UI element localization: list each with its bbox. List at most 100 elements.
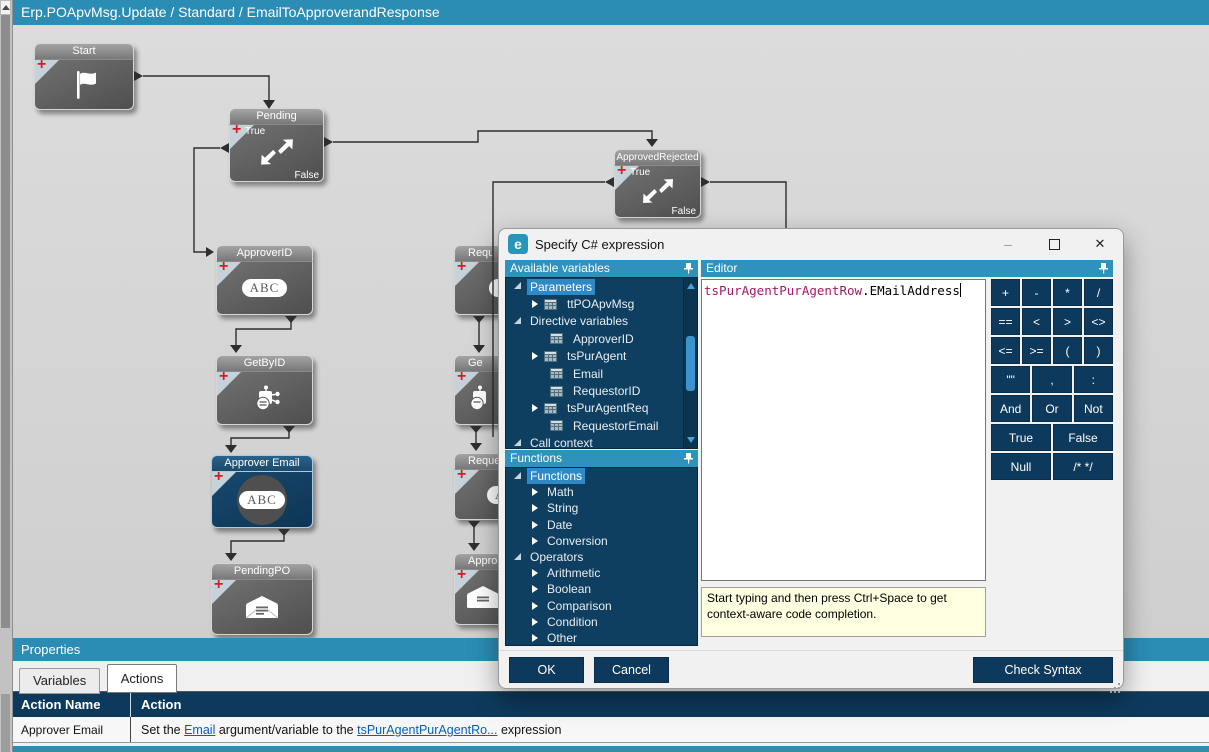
resize-grip[interactable] [1118, 683, 1120, 685]
table-row[interactable]: Approver Email Set the Email argument/va… [13, 717, 1209, 743]
collapsed-icon[interactable] [532, 634, 538, 642]
node-approverid[interactable]: ApproverID ABC + [216, 245, 313, 315]
expanded-icon[interactable] [514, 282, 521, 289]
cancel-button[interactable]: Cancel [594, 657, 669, 683]
expression-link[interactable]: tsPurAgentPurAgentRo... [357, 723, 497, 737]
op-false-button[interactable]: False [1053, 424, 1113, 451]
op-notequal-button[interactable]: <> [1084, 308, 1113, 335]
add-condition-icon[interactable]: + [232, 125, 241, 138]
collapsed-icon[interactable] [532, 618, 538, 626]
op-plus-button[interactable]: + [991, 279, 1020, 306]
add-condition-icon[interactable]: + [457, 470, 466, 483]
close-button[interactable]: ✕ [1077, 230, 1123, 259]
op-lessequal-button[interactable]: <= [991, 337, 1020, 364]
op-comma-button[interactable]: , [1032, 366, 1071, 393]
collapsed-icon[interactable] [532, 488, 538, 496]
tree-item-tspuragent[interactable]: tsPurAgent [506, 348, 697, 365]
expanded-icon[interactable] [514, 317, 521, 324]
tree-item-boolean[interactable]: Boolean [506, 581, 697, 597]
scroll-up-button[interactable] [0, 0, 11, 15]
add-condition-icon[interactable]: + [457, 262, 466, 275]
op-quotes-button[interactable]: "" [991, 366, 1030, 393]
tab-variables[interactable]: Variables [19, 668, 100, 694]
tree-item-tspuragentreq[interactable]: tsPurAgentReq [506, 400, 697, 417]
pin-icon[interactable] [684, 263, 693, 274]
op-or-button[interactable]: Or [1032, 395, 1071, 422]
collapsed-icon[interactable] [532, 404, 538, 412]
email-argument-link[interactable]: Email [184, 723, 215, 737]
collapsed-icon[interactable] [532, 300, 538, 308]
tree-item-date[interactable]: Date [506, 517, 697, 533]
collapsed-icon[interactable] [532, 585, 538, 593]
functions-tree[interactable]: Functions Math String Date Conversion Op… [505, 467, 698, 646]
expanded-icon[interactable] [514, 439, 521, 446]
collapsed-icon[interactable] [532, 602, 538, 610]
add-condition-icon[interactable]: + [457, 570, 466, 583]
node-approvedrejected[interactable]: ApprovedRejected + True False [614, 149, 701, 218]
tree-item-approverid[interactable]: ApproverID [506, 330, 697, 347]
scrollbar-thumb[interactable] [686, 336, 695, 391]
scrollbar-thumb[interactable] [1, 15, 10, 628]
collapsed-icon[interactable] [532, 352, 538, 360]
collapsed-icon[interactable] [532, 504, 538, 512]
check-syntax-button[interactable]: Check Syntax [973, 657, 1113, 683]
tree-item-math[interactable]: Math [506, 484, 697, 500]
add-condition-icon[interactable]: + [214, 472, 223, 485]
tree-item-parameters[interactable]: Parameters [506, 278, 697, 295]
node-start[interactable]: Start + [34, 43, 134, 110]
collapsed-icon[interactable] [532, 569, 538, 577]
maximize-button[interactable] [1031, 230, 1077, 259]
add-condition-icon[interactable]: + [37, 60, 46, 73]
variables-tree[interactable]: Parameters ttPOApvMsg Directive variable… [505, 277, 698, 449]
op-minus-button[interactable]: - [1022, 279, 1051, 306]
minimize-button[interactable]: – [985, 230, 1031, 259]
add-condition-icon[interactable]: + [617, 166, 626, 179]
tree-item-operators[interactable]: Operators [506, 549, 697, 565]
node-pending[interactable]: Pending + True False [229, 108, 324, 182]
op-divide-button[interactable]: / [1084, 279, 1113, 306]
expression-editor[interactable]: tsPurAgentPurAgentRow.EMailAddress [701, 279, 986, 581]
add-condition-icon[interactable]: + [457, 372, 466, 385]
op-comment-button[interactable]: /* */ [1053, 453, 1113, 480]
tab-actions[interactable]: Actions [107, 664, 178, 693]
add-condition-icon[interactable]: + [219, 262, 228, 275]
node-getbyid[interactable]: GetByID + [216, 355, 313, 425]
tree-item-comparison[interactable]: Comparison [506, 598, 697, 614]
scroll-down-icon[interactable] [687, 437, 695, 443]
tree-item-condition[interactable]: Condition [506, 614, 697, 630]
op-closeparen-button[interactable]: ) [1084, 337, 1113, 364]
op-equals-button[interactable]: == [991, 308, 1020, 335]
op-openparen-button[interactable]: ( [1053, 337, 1082, 364]
tree-item-functions[interactable]: Functions [506, 468, 697, 484]
pin-icon[interactable] [1099, 263, 1108, 274]
expanded-icon[interactable] [514, 472, 521, 479]
dialog-titlebar[interactable]: e Specify C# expression – ✕ [499, 229, 1123, 259]
expanded-icon[interactable] [514, 553, 521, 560]
tree-item-call-context[interactable]: Call context [506, 435, 697, 449]
collapsed-icon[interactable] [532, 537, 538, 545]
op-colon-button[interactable]: : [1074, 366, 1113, 393]
tree-item-email[interactable]: Email [506, 365, 697, 382]
left-scrollbar[interactable] [0, 0, 13, 752]
collapsed-icon[interactable] [532, 521, 538, 529]
tree-scrollbar[interactable] [683, 278, 697, 448]
ok-button[interactable]: OK [509, 657, 584, 683]
op-less-button[interactable]: < [1022, 308, 1051, 335]
tree-item-string[interactable]: String [506, 500, 697, 516]
add-condition-icon[interactable]: + [219, 372, 228, 385]
op-null-button[interactable]: Null [991, 453, 1051, 480]
tree-item-ttpoapvmsg[interactable]: ttPOApvMsg [506, 295, 697, 312]
op-and-button[interactable]: And [991, 395, 1030, 422]
op-multiply-button[interactable]: * [1053, 279, 1082, 306]
add-condition-icon[interactable]: + [214, 580, 223, 593]
tree-item-conversion[interactable]: Conversion [506, 533, 697, 549]
op-greaterequal-button[interactable]: >= [1022, 337, 1051, 364]
op-true-button[interactable]: True [991, 424, 1051, 451]
tree-item-arithmetic[interactable]: Arithmetic [506, 565, 697, 581]
op-greater-button[interactable]: > [1053, 308, 1082, 335]
tree-item-other[interactable]: Other [506, 630, 697, 646]
scroll-up-icon[interactable] [687, 283, 695, 289]
tree-item-requestoremail[interactable]: RequestorEmail [506, 417, 697, 434]
tree-item-requestorid[interactable]: RequestorID [506, 382, 697, 399]
node-approver-email[interactable]: Approver Email ABC + [211, 455, 313, 528]
